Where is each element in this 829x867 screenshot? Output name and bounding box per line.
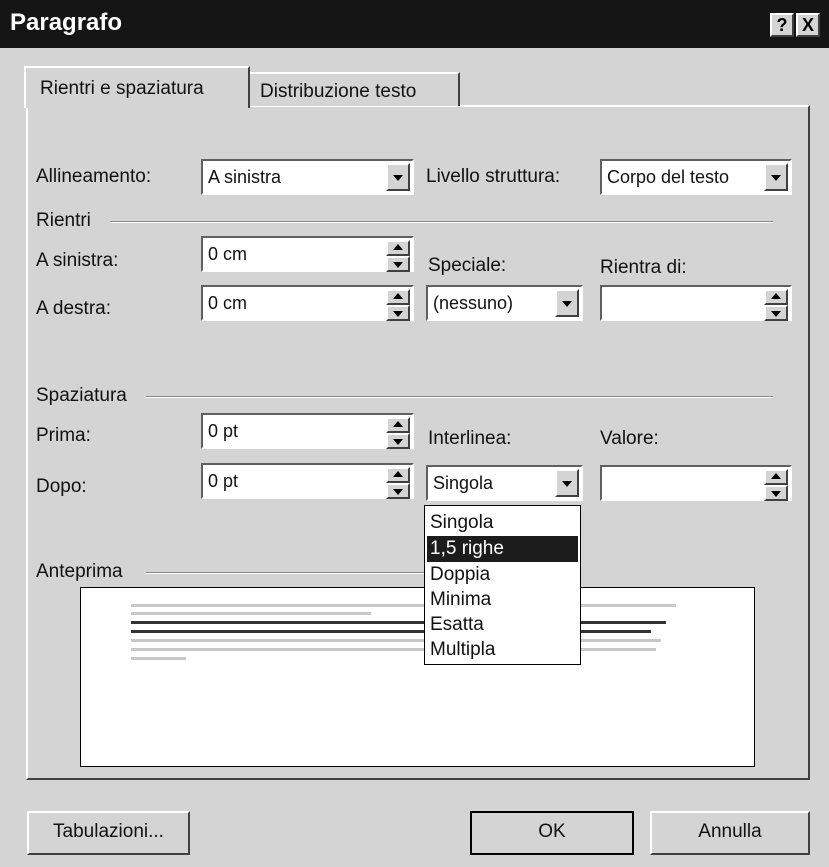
indent-right-increase[interactable] (386, 289, 410, 305)
alignment-label: Allineamento: (36, 166, 152, 187)
arrow-down-icon (393, 262, 403, 268)
indent-left-increase[interactable] (386, 240, 410, 256)
preview-group-label: Anteprima (36, 561, 123, 582)
tab-line-page-breaks[interactable]: Distribuzione testo (250, 72, 460, 106)
spacing-group-label: Spaziatura (36, 385, 127, 406)
arrow-up-icon (771, 293, 781, 299)
arrow-down-icon (393, 311, 403, 317)
spacing-group-divider (146, 396, 773, 398)
indent-right-label: A destra: (36, 298, 111, 319)
spacing-after-spinner (386, 467, 410, 499)
spacing-after-increase[interactable] (386, 467, 410, 483)
indent-right-input[interactable]: 0 cm (201, 285, 414, 321)
line-spacing-value: Singola (433, 473, 494, 493)
chevron-down-icon (562, 301, 572, 307)
tab-indents-spacing[interactable]: Rientri e spaziatura (24, 66, 250, 108)
outline-level-label: Livello struttura: (426, 166, 561, 187)
arrow-up-icon (393, 421, 403, 427)
spacing-after-label: Dopo: (36, 476, 87, 497)
alignment-dropdown-button[interactable] (386, 163, 410, 191)
special-indent-label: Speciale: (428, 255, 507, 276)
spacing-at-spinner (764, 469, 788, 501)
line-spacing-dropdown-button[interactable] (555, 469, 579, 497)
spacing-at-input[interactable] (600, 465, 792, 501)
paragraph-preview (80, 587, 755, 767)
line-spacing-option-at-least[interactable]: Minima (427, 587, 578, 613)
spacing-after-decrease[interactable] (386, 483, 410, 499)
arrow-down-icon (393, 439, 403, 445)
indent-right-decrease[interactable] (386, 305, 410, 321)
alignment-select[interactable]: A sinistra (201, 159, 414, 195)
special-indent-value: (nessuno) (433, 293, 514, 313)
line-spacing-select[interactable]: Singola (426, 465, 583, 501)
outline-level-value: Corpo del testo (607, 167, 730, 187)
indent-by-spinner (764, 289, 788, 321)
indentation-group-divider (110, 221, 773, 223)
arrow-down-icon (393, 489, 403, 495)
arrow-down-icon (771, 311, 781, 317)
tabs-button[interactable]: Tabulazioni... (27, 811, 190, 855)
indent-by-decrease[interactable] (764, 305, 788, 321)
indent-left-spinner (386, 240, 410, 272)
spacing-before-label: Prima: (36, 425, 91, 446)
paragraph-dialog: Paragrafo ? X Rientri e spaziatura Distr… (0, 0, 829, 867)
arrow-up-icon (393, 244, 403, 250)
dialog-title: Paragrafo (10, 9, 123, 36)
spacing-after-value: 0 pt (208, 471, 239, 491)
spacing-at-increase[interactable] (764, 469, 788, 485)
line-spacing-option-single[interactable]: Singola (427, 510, 578, 536)
outline-level-select[interactable]: Corpo del testo (600, 159, 792, 195)
tab-line-page-breaks-label: Distribuzione testo (260, 81, 417, 102)
indent-by-label: Rientra di: (600, 257, 687, 278)
alignment-value: A sinistra (208, 167, 282, 187)
line-spacing-option-multiple[interactable]: Multipla (427, 637, 578, 663)
spacing-before-spinner (386, 417, 410, 449)
help-button[interactable]: ? (770, 13, 794, 37)
indent-by-increase[interactable] (764, 289, 788, 305)
special-indent-dropdown-button[interactable] (555, 289, 579, 317)
preview-following-line (131, 639, 661, 642)
spacing-before-input[interactable]: 0 pt (201, 413, 414, 449)
indent-by-input[interactable] (600, 285, 792, 321)
line-spacing-option-exactly[interactable]: Esatta (427, 612, 578, 638)
spacing-at-decrease[interactable] (764, 485, 788, 501)
indent-right-spinner (386, 289, 410, 321)
spacing-before-value: 0 pt (208, 421, 239, 441)
chevron-down-icon (562, 481, 572, 487)
spacing-before-decrease[interactable] (386, 433, 410, 449)
tab-indents-spacing-label: Rientri e spaziatura (40, 78, 204, 99)
line-spacing-dropdown-list: Singola 1,5 righe Doppia Minima Esatta M… (424, 505, 581, 665)
preview-group-divider (146, 572, 424, 574)
indent-left-value: 0 cm (208, 244, 248, 264)
spacing-at-label: Valore: (600, 428, 659, 449)
ok-button[interactable]: OK (470, 811, 634, 855)
preview-previous-line (131, 604, 676, 607)
preview-following-line (131, 657, 186, 660)
cancel-button[interactable]: Annulla (650, 811, 810, 855)
arrow-up-icon (393, 471, 403, 477)
chevron-down-icon (393, 175, 403, 181)
title-bar: Paragrafo ? X (0, 0, 829, 48)
indent-left-input[interactable]: 0 cm (201, 236, 414, 272)
preview-sample-line (131, 621, 666, 624)
arrow-down-icon (771, 491, 781, 497)
indentation-group-label: Rientri (36, 210, 91, 231)
indent-left-decrease[interactable] (386, 256, 410, 272)
outline-level-dropdown-button[interactable] (764, 163, 788, 191)
special-indent-select[interactable]: (nessuno) (426, 285, 583, 321)
indent-left-label: A sinistra: (36, 250, 119, 271)
arrow-up-icon (393, 293, 403, 299)
chevron-down-icon (771, 175, 781, 181)
arrow-up-icon (771, 473, 781, 479)
close-button[interactable]: X (796, 13, 820, 37)
indent-right-value: 0 cm (208, 293, 248, 313)
preview-previous-line (131, 612, 371, 615)
line-spacing-option-one-half[interactable]: 1,5 righe (427, 536, 578, 562)
spacing-before-increase[interactable] (386, 417, 410, 433)
line-spacing-label: Interlinea: (428, 428, 512, 449)
spacing-after-input[interactable]: 0 pt (201, 463, 414, 499)
line-spacing-option-double[interactable]: Doppia (427, 562, 578, 588)
